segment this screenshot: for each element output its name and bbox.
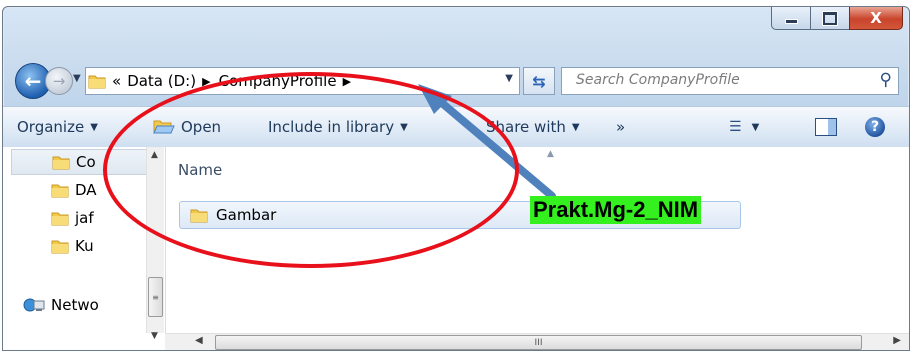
- annotation-ellipse: [103, 72, 519, 268]
- annotation-label: Prakt.Mg-2_NIM: [530, 196, 702, 224]
